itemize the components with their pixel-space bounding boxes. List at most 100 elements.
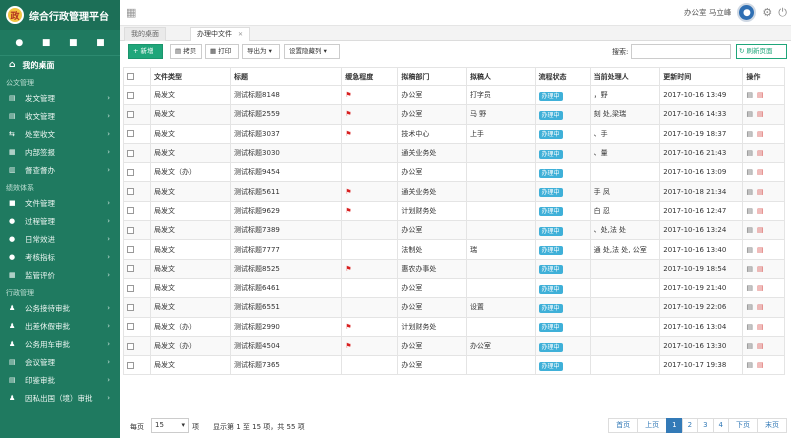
col-header-title[interactable]: 标题 (230, 67, 343, 86)
table-row[interactable]: 局发文（办） 测试标题2990 ⚑ 计划财务处 办理中 2017-10-16 13:04 ▤… (122, 316, 785, 337)
row-select-cell[interactable] (122, 335, 152, 357)
table-row[interactable]: 局发文 测试标题3037 ⚑ 技术中心 上手 办理中 、手 2017-10-19 18:37… (122, 123, 785, 144)
sidebar-item[interactable]: ▥ 督查督办 › (0, 161, 120, 179)
cell-title[interactable]: 测试标题7365 (230, 355, 343, 376)
car-icon[interactable]: ■ (42, 38, 51, 48)
cell-title[interactable]: 测试标题3030 (230, 142, 343, 164)
delete-icon[interactable]: ▤ (757, 91, 764, 99)
row-checkbox[interactable] (127, 323, 134, 331)
table-row[interactable]: 局发文 测试标题6551 办公室 设置 办理中 2017-10-19 22:06 ▤ ▤ (122, 297, 785, 318)
view-icon[interactable]: ▤ (746, 149, 753, 157)
avatar[interactable]: ● (737, 3, 757, 22)
delete-icon[interactable]: ▤ (757, 246, 764, 254)
tab-processing-files[interactable]: 办理中文件 ✕ (190, 27, 251, 41)
cell-title[interactable]: 测试标题5611 (230, 181, 343, 202)
row-select-cell[interactable] (122, 104, 152, 125)
user-label[interactable]: 办公室 马立峰 (684, 7, 731, 18)
col-header-type[interactable]: 文件类型 (150, 67, 232, 86)
row-checkbox[interactable] (127, 207, 134, 215)
cell-title[interactable]: 测试标题3037 (230, 123, 343, 144)
row-select-cell[interactable] (122, 239, 152, 260)
sidebar-item[interactable]: ● 日常效进 › (0, 230, 120, 248)
row-select-cell[interactable] (122, 277, 152, 299)
view-icon[interactable]: ▤ (746, 361, 753, 369)
delete-icon[interactable]: ▤ (757, 110, 764, 118)
new-button[interactable]: + 新增 (128, 44, 163, 59)
delete-icon[interactable]: ▤ (757, 323, 764, 331)
table-row[interactable]: 局发文 测试标题3030 通关业务处 办理中 、量 2017-10-16 21:43 ▤ ▤ (122, 142, 785, 164)
col-header-dept[interactable]: 拟稿部门 (397, 67, 467, 86)
row-checkbox[interactable] (127, 188, 134, 196)
view-icon[interactable]: ▤ (746, 226, 753, 234)
select-all-checkbox[interactable] (127, 73, 134, 80)
row-checkbox[interactable] (127, 149, 134, 157)
search-input[interactable] (631, 44, 731, 59)
row-select-cell[interactable] (122, 142, 152, 164)
export-button[interactable]: 导出为 ▾ (242, 44, 280, 59)
cell-title[interactable]: 测试标题6461 (230, 277, 343, 299)
cell-title[interactable]: 测试标题4504 (230, 335, 343, 357)
table-row[interactable]: 局发文（办） 测试标题4504 ⚑ 办公室 办公室 办理中 2017-10-16 13:30… (122, 335, 785, 357)
sidebar-item[interactable]: ▤ 会议管理 › (0, 353, 120, 371)
page-button[interactable]: 2 (681, 418, 699, 433)
sidebar-item[interactable]: ▦ 内部签报 › (0, 143, 120, 161)
delete-icon[interactable]: ▤ (757, 130, 764, 138)
sidebar-item[interactable]: ♟ 因私出国（境）审批 › (0, 389, 120, 407)
sidebar-item[interactable]: ▦ 监管评价 › (0, 266, 120, 284)
sidebar-item[interactable]: ♟ 公务接待审批 › (0, 299, 120, 317)
page-button[interactable]: 下页 (728, 418, 758, 433)
print-button[interactable]: ▦ 打印 (205, 44, 239, 59)
row-select-cell[interactable] (122, 355, 152, 376)
row-select-cell[interactable] (122, 258, 152, 279)
delete-icon[interactable]: ▤ (757, 361, 764, 369)
row-select-cell[interactable] (122, 123, 152, 144)
view-icon[interactable]: ▤ (746, 265, 753, 273)
table-row[interactable]: 局发文 测试标题5611 ⚑ 通关业务处 办理中手 凤 2017-10-18 21:34 ▤… (122, 181, 785, 202)
delete-icon[interactable]: ▤ (757, 342, 764, 350)
page-button[interactable]: 首页 (608, 418, 639, 433)
close-icon[interactable]: ✕ (238, 31, 243, 38)
sidebar-item[interactable]: ● 过程管理 › (0, 212, 120, 230)
sidebar-item[interactable]: ⇆ 处室收文 › (0, 125, 120, 143)
building-icon[interactable]: ■ (69, 38, 78, 48)
delete-icon[interactable]: ▤ (757, 226, 764, 234)
row-select-cell[interactable] (122, 162, 152, 183)
row-select-cell[interactable] (122, 84, 152, 106)
row-select-cell[interactable] (122, 297, 152, 318)
sidebar-item[interactable]: ▤ 收文管理 › (0, 107, 120, 125)
cell-title[interactable]: 测试标题8148 (230, 84, 343, 106)
sidebar-item[interactable]: ♟ 出差休假审批 › (0, 317, 120, 335)
view-icon[interactable]: ▤ (746, 130, 753, 138)
column-toggle-button[interactable]: 设置隐藏列 ▾ (284, 44, 340, 59)
cell-title[interactable]: 测试标题9629 (230, 200, 343, 222)
row-checkbox[interactable] (127, 110, 134, 118)
logout-icon[interactable]: ⏻ (778, 6, 787, 20)
row-checkbox[interactable] (127, 168, 134, 176)
view-icon[interactable]: ▤ (746, 207, 753, 215)
table-row[interactable]: 局发文 测试标题7389 办公室 办理中 、处,法 处 2017-10-16 13:24 ▤… (122, 220, 785, 241)
table-row[interactable]: 局发文 测试标题6461 办公室 办理中 2017-10-19 21:40 ▤ ▤ (122, 277, 785, 299)
delete-icon[interactable]: ▤ (757, 149, 764, 157)
table-row[interactable]: 局发文 测试标题9629 ⚑ 计划财务处 办理中白 忍 2017-10-16 12:47 ▤… (122, 200, 785, 222)
view-icon[interactable]: ▤ (746, 91, 753, 99)
select-all-cell[interactable] (122, 67, 152, 86)
tab-desktop[interactable]: 我的桌面 (124, 27, 166, 41)
delete-icon[interactable]: ▤ (757, 284, 764, 292)
cell-title[interactable]: 测试标题9454 (230, 162, 343, 183)
page-button[interactable]: 上页 (637, 418, 668, 433)
cell-title[interactable]: 测试标题2559 (230, 104, 343, 125)
lock-icon[interactable]: ■ (96, 38, 105, 48)
sidebar-item[interactable]: ▤ 印鉴审批 › (0, 371, 120, 389)
view-icon[interactable]: ▤ (746, 323, 753, 331)
cell-title[interactable]: 测试标题7777 (230, 239, 343, 260)
table-row[interactable]: 局发文 测试标题8525 ⚑ 惠农办事处 办理中 2017-10-19 18:54 ▤ ▤ (122, 258, 785, 279)
col-header-author[interactable]: 拟稿人 (465, 67, 536, 86)
cell-title[interactable]: 测试标题8525 (230, 258, 343, 279)
table-row[interactable]: 局发文（办） 测试标题9454 办公室 办理中 2017-10-16 13:09 ▤ ▤ (122, 162, 785, 183)
delete-icon[interactable]: ▤ (757, 168, 764, 176)
settings-icon[interactable]: ⚙ (762, 6, 772, 19)
refresh-button[interactable]: ↻ 刷新页面 (736, 44, 787, 59)
delete-icon[interactable]: ▤ (757, 303, 764, 311)
delete-icon[interactable]: ▤ (757, 207, 764, 215)
delete-icon[interactable]: ▤ (757, 188, 764, 196)
